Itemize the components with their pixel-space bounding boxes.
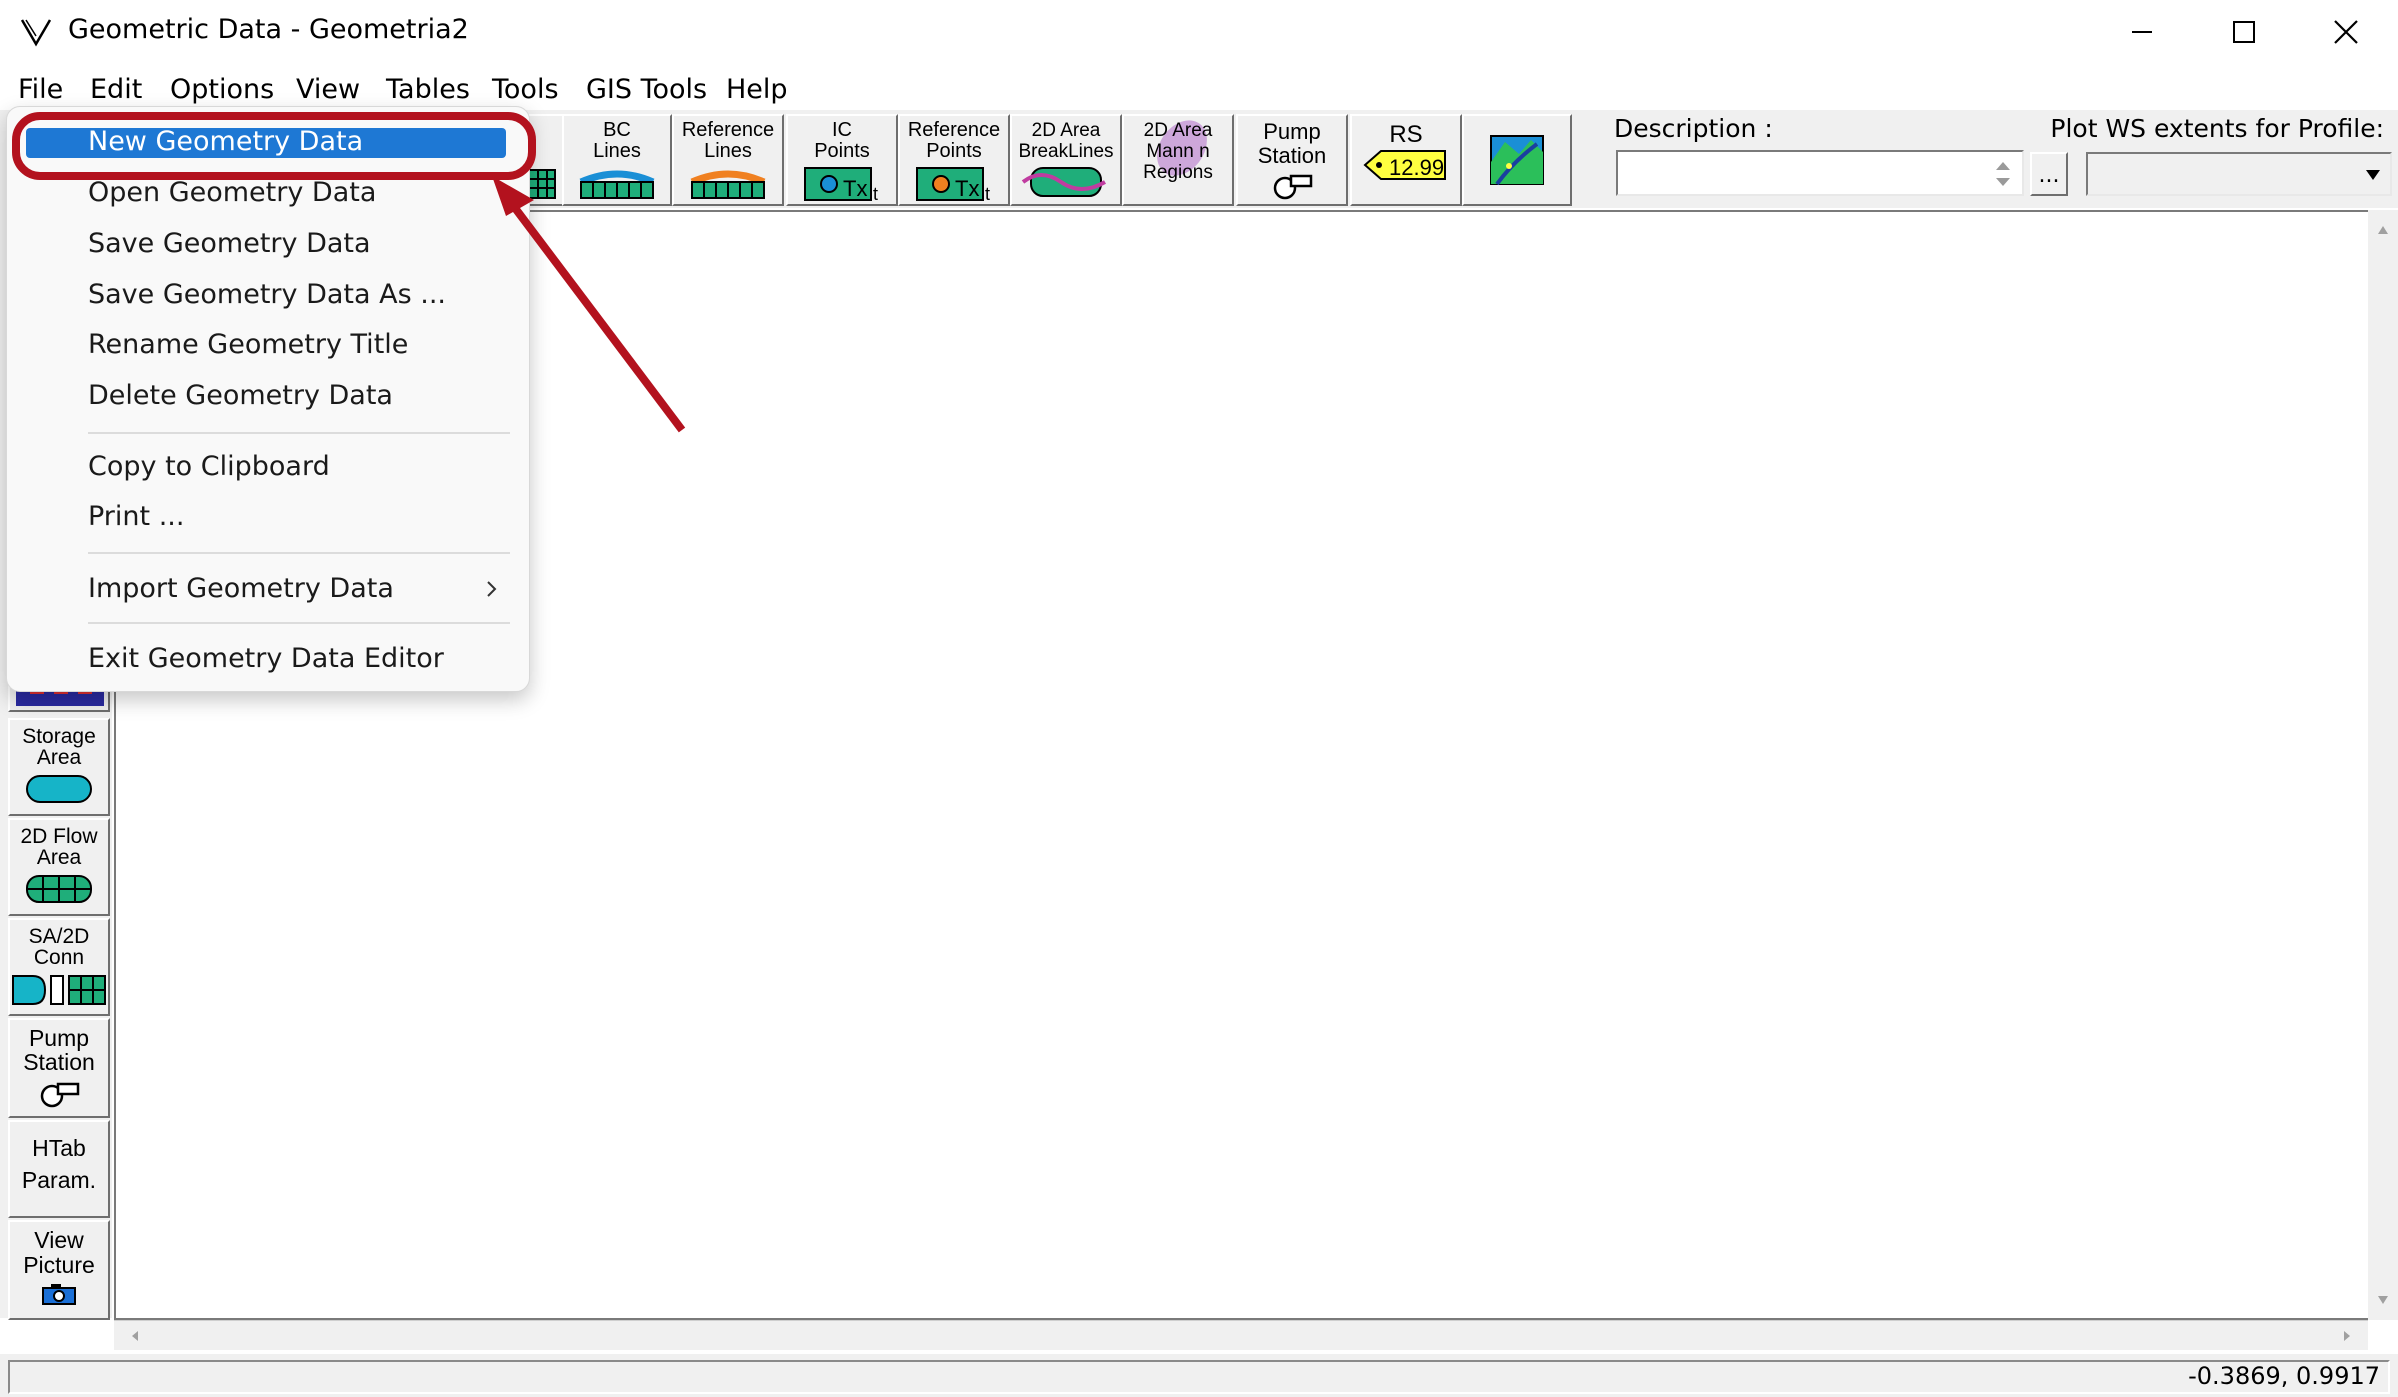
annotation-outline	[12, 112, 536, 180]
annotation-arrow	[502, 193, 686, 433]
annotation-arrowhead	[492, 176, 534, 216]
annotation-overlay	[12, 112, 686, 433]
